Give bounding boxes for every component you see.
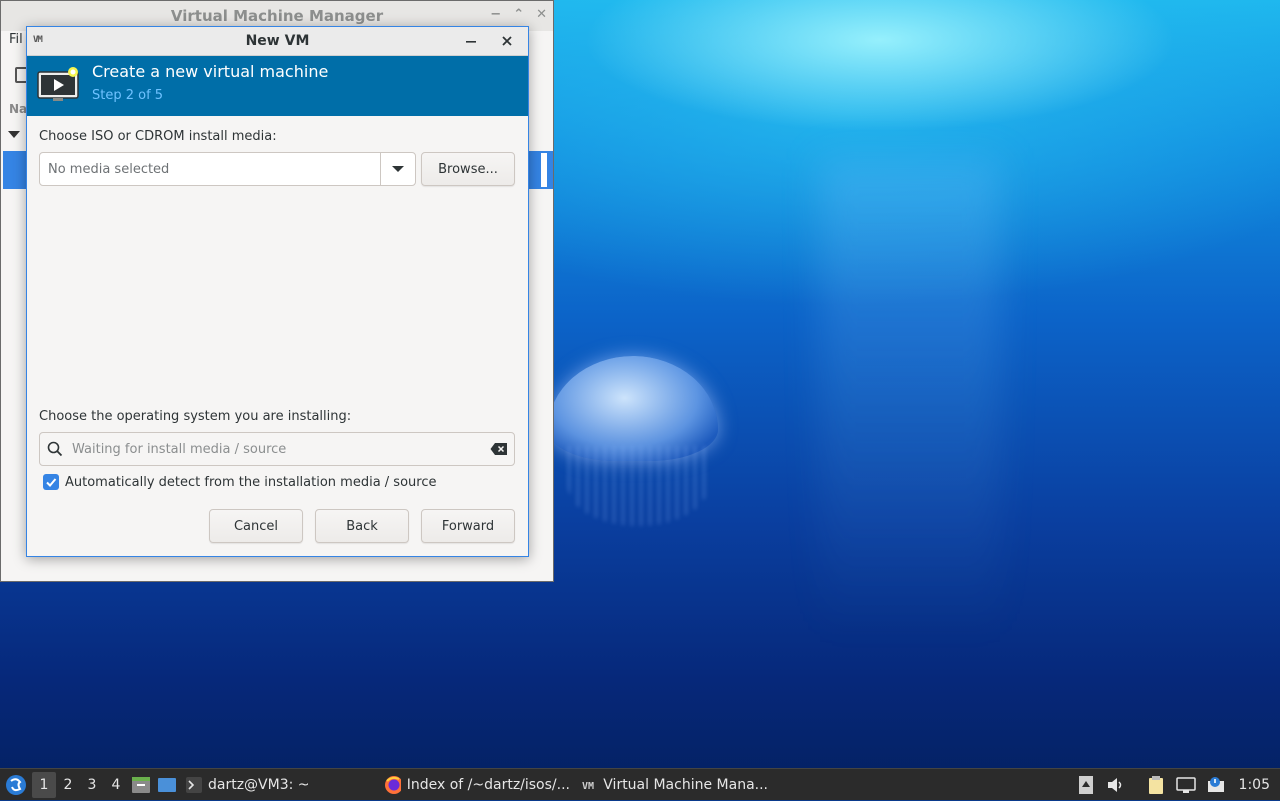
distro-logo-icon [6, 774, 26, 795]
close-icon[interactable]: ✕ [536, 7, 547, 22]
minimize-button[interactable] [460, 31, 482, 51]
system-tray: 1:05 [1073, 769, 1280, 801]
start-menu-button[interactable] [0, 769, 32, 801]
os-search-field[interactable] [39, 432, 515, 466]
dialog-titlebar[interactable]: VM New VM [27, 27, 528, 56]
taskbar: 1 2 3 4 dartz@VM3: ~ Index of /~dartz/is… [0, 768, 1280, 800]
workspace-3[interactable]: 3 [80, 772, 104, 798]
notification-icon[interactable] [1203, 772, 1229, 798]
banner-step-indicator: Step 2 of 5 [92, 88, 164, 103]
os-label: Choose the operating system you are inst… [39, 409, 352, 424]
os-search-input[interactable] [70, 441, 484, 457]
task-label-virt-manager: Virtual Machine Mana... [603, 776, 768, 793]
show-desktop-icon[interactable] [154, 772, 180, 798]
network-icon[interactable] [1173, 772, 1199, 798]
tray-up-arrow-icon[interactable] [1073, 772, 1099, 798]
clipboard-icon[interactable] [1143, 772, 1169, 798]
dialog-title: New VM [245, 33, 310, 49]
volume-icon[interactable] [1103, 772, 1129, 798]
minimize-icon[interactable]: − [490, 7, 501, 22]
new-vm-dialog[interactable]: VM New VM Create a new virtual machine S… [26, 26, 529, 557]
banner-title: Create a new virtual machine [92, 62, 329, 81]
maximize-icon[interactable]: ⌃ [513, 7, 524, 22]
auto-detect-option[interactable]: Automatically detect from the installati… [43, 474, 436, 490]
monitor-play-icon [37, 67, 79, 101]
forward-button[interactable]: Forward [421, 509, 515, 543]
workspace-1[interactable]: 1 [32, 771, 56, 798]
close-button[interactable] [496, 31, 518, 51]
auto-detect-checkbox[interactable] [43, 474, 59, 490]
close-icon [502, 36, 512, 46]
jellyfish-tentacles [568, 446, 708, 526]
minimize-icon [466, 41, 476, 43]
checkmark-icon [46, 478, 57, 487]
clock[interactable]: 1:05 [1239, 777, 1270, 793]
vmm-window-controls: − ⌃ ✕ [490, 7, 547, 22]
browse-button[interactable]: Browse... [421, 152, 515, 186]
wallpaper-light-ray [820, 160, 1000, 640]
cancel-button[interactable]: Cancel [209, 509, 303, 543]
back-button[interactable]: Back [315, 509, 409, 543]
clear-text-icon[interactable] [484, 442, 514, 456]
install-media-input[interactable] [40, 153, 380, 185]
expander-arrow-icon[interactable] [8, 131, 20, 138]
vmm-name-column-header[interactable]: Na [9, 102, 27, 116]
install-media-combobox[interactable] [39, 152, 416, 186]
auto-detect-label[interactable]: Automatically detect from the installati… [65, 475, 436, 490]
virt-manager-icon: VM [582, 781, 594, 792]
firefox-icon [385, 775, 401, 794]
workspace-2[interactable]: 2 [56, 772, 80, 798]
task-label-firefox: Index of /~dartz/isos/... [406, 776, 570, 793]
task-virt-manager[interactable]: VM Virtual Machine Mana... [576, 770, 774, 800]
workspace-4[interactable]: 4 [104, 772, 128, 798]
file-manager-icon[interactable] [128, 772, 154, 798]
svg-text:VM: VM [582, 781, 594, 792]
task-firefox[interactable]: Index of /~dartz/isos/... [378, 770, 576, 800]
task-label-terminal: dartz@VM3: ~ [208, 776, 310, 793]
wizard-banner: Create a new virtual machine Step 2 of 5 [27, 56, 528, 116]
terminal-icon [186, 776, 202, 793]
media-dropdown-button[interactable] [380, 153, 415, 185]
vmm-window-title: Virtual Machine Manager [170, 7, 384, 25]
task-terminal[interactable]: dartz@VM3: ~ [180, 770, 378, 800]
row-scroll-indicator [541, 153, 547, 187]
chevron-down-icon [392, 166, 404, 172]
jellyfish-image [548, 356, 728, 526]
virt-manager-icon: VM [33, 35, 43, 45]
install-media-label: Choose ISO or CDROM install media: [39, 129, 277, 144]
vmm-menu-file[interactable]: Fil [9, 32, 23, 47]
search-icon [40, 441, 70, 457]
